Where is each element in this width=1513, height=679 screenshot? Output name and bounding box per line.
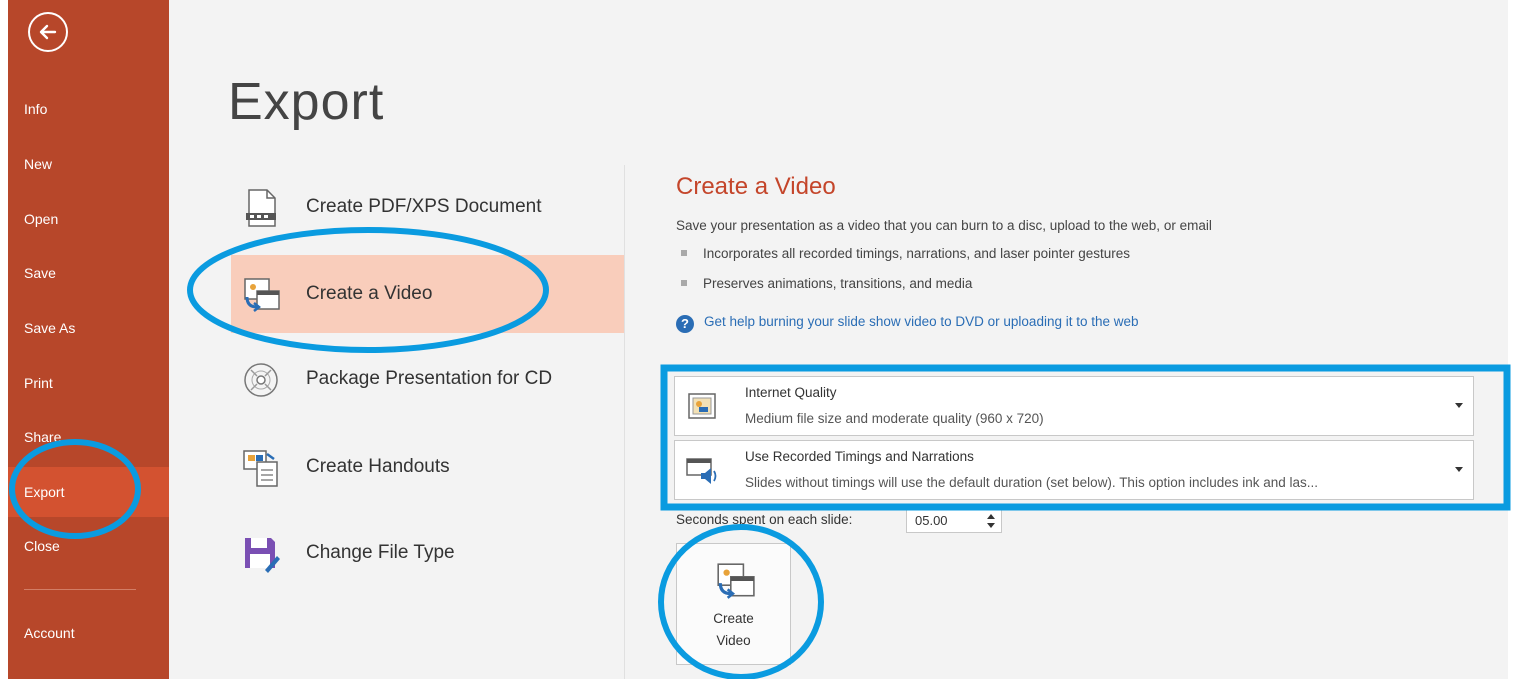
nav-print[interactable]: Print	[8, 358, 169, 408]
nav-export[interactable]: Export	[8, 467, 169, 517]
video-icon	[244, 278, 280, 312]
pdf-document-icon	[246, 189, 276, 227]
bullet-text: Preserves animations, transitions, and m…	[703, 276, 973, 291]
option-label: Package Presentation for CD	[306, 368, 553, 389]
help-question-icon: ?	[676, 315, 694, 333]
help-link[interactable]: ? Get help burning your slide show video …	[676, 314, 1139, 333]
back-button[interactable]	[28, 12, 68, 52]
panel-title: Create a Video	[676, 173, 836, 200]
create-video-button[interactable]: Create Video	[676, 543, 791, 665]
option-label: Change File Type	[306, 542, 455, 563]
create-video-label-line2: Video	[716, 633, 751, 648]
timings-subtitle: Slides without timings will use the defa…	[745, 475, 1319, 490]
bullet-square-icon	[681, 280, 687, 286]
seconds-value[interactable]: 05.00	[915, 513, 948, 528]
quality-title: Internet Quality	[745, 385, 837, 400]
nav-info[interactable]: Info	[8, 84, 169, 134]
option-change-file-type[interactable]: Change File Type	[231, 514, 625, 592]
bullet-text: Incorporates all recorded timings, narra…	[703, 246, 1130, 261]
create-video-label-line1: Create	[713, 611, 754, 626]
handouts-icon	[243, 450, 278, 487]
cd-icon	[244, 363, 278, 397]
save-file-type-icon	[245, 538, 280, 573]
option-package-cd[interactable]: Package Presentation for CD	[231, 340, 625, 418]
option-create-pdf[interactable]: Create PDF/XPS Document	[231, 168, 625, 246]
column-divider	[624, 165, 625, 679]
nav-account[interactable]: Account	[8, 608, 169, 658]
option-label: Create Handouts	[306, 456, 450, 477]
video-icon	[717, 563, 755, 599]
quality-subtitle: Medium file size and moderate quality (9…	[745, 411, 1044, 426]
bullet-item: Preserves animations, transitions, and m…	[676, 276, 972, 291]
seconds-label: Seconds spent on each slide:	[676, 512, 853, 527]
timings-title: Use Recorded Timings and Narrations	[745, 449, 974, 464]
help-link-text[interactable]: Get help burning your slide show video t…	[704, 314, 1139, 329]
spin-down-icon[interactable]	[987, 523, 995, 528]
create-video-label: Create Video	[677, 608, 790, 652]
narration-icon	[686, 458, 717, 484]
timings-dropdown[interactable]: Use Recorded Timings and Narrations Slid…	[674, 440, 1474, 500]
nav-separator	[24, 589, 136, 590]
backstage-sidebar: Info New Open Save Save As Print Share E…	[8, 0, 169, 679]
nav-new[interactable]: New	[8, 139, 169, 189]
spin-up-icon[interactable]	[987, 514, 995, 519]
option-label: Create PDF/XPS Document	[306, 196, 542, 217]
quality-dropdown[interactable]: Internet Quality Medium file size and mo…	[674, 376, 1474, 436]
back-arrow-icon	[39, 24, 57, 40]
option-label: Create a Video	[306, 283, 433, 304]
nav-close[interactable]: Close	[8, 521, 169, 571]
quality-icon	[688, 393, 716, 419]
page-title: Export	[228, 73, 385, 131]
nav-save-as[interactable]: Save As	[8, 303, 169, 353]
chevron-down-icon[interactable]	[1455, 467, 1463, 472]
bullet-square-icon	[681, 250, 687, 256]
option-create-video[interactable]: Create a Video	[231, 255, 625, 333]
nav-save[interactable]: Save	[8, 248, 169, 298]
panel-description: Save your presentation as a video that y…	[676, 218, 1212, 233]
nav-share[interactable]: Share	[8, 412, 169, 462]
seconds-spinner[interactable]: 05.00	[906, 508, 1002, 533]
export-content: Export Create PDF/XPS Document Create a …	[169, 0, 1508, 679]
bullet-item: Incorporates all recorded timings, narra…	[676, 246, 1130, 261]
option-create-handouts[interactable]: Create Handouts	[231, 428, 625, 506]
chevron-down-icon[interactable]	[1455, 403, 1463, 408]
nav-open[interactable]: Open	[8, 194, 169, 244]
